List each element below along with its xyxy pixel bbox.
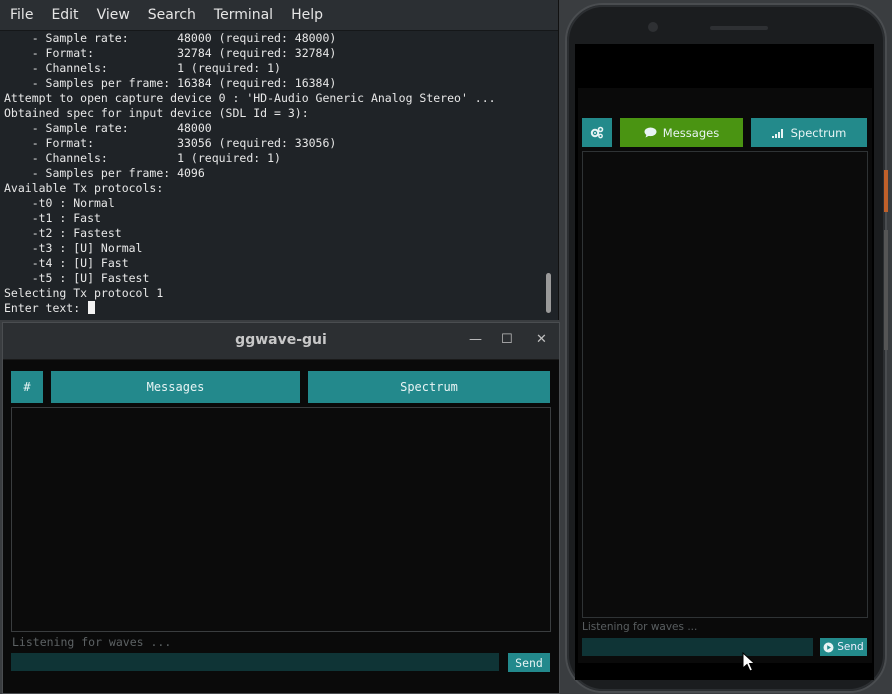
phone-power-button bbox=[884, 170, 888, 212]
messages-panel[interactable] bbox=[11, 407, 551, 632]
terminal-line: - Sample rate: 48000 (required: 48000) bbox=[4, 31, 337, 45]
terminal-line: -t3 : [U] Normal bbox=[4, 241, 143, 255]
terminal-line: -t2 : Fastest bbox=[4, 226, 122, 240]
gears-icon bbox=[590, 126, 604, 139]
terminal-prompt-line[interactable]: Enter text: bbox=[4, 301, 544, 316]
terminal-scrollbar-thumb[interactable] bbox=[546, 273, 551, 313]
terminal-output[interactable]: - Sample rate: 48000 (required: 48000) -… bbox=[4, 31, 544, 319]
terminal-prompt: Enter text: bbox=[4, 301, 88, 315]
phone-spectrum-label: Spectrum bbox=[790, 125, 847, 140]
terminal-line: Selecting Tx protocol 1 bbox=[4, 286, 164, 300]
camera-icon bbox=[648, 22, 658, 32]
play-circle-icon bbox=[823, 642, 834, 652]
message-input[interactable] bbox=[11, 653, 499, 671]
ggwave-gui-window: ggwave-gui — ☐ ✕ # Messages Spectrum Lis… bbox=[2, 322, 560, 694]
listening-status: Listening for waves ... bbox=[12, 635, 172, 649]
speaker-grille bbox=[710, 26, 768, 30]
terminal-line: -t4 : [U] Fast bbox=[4, 256, 129, 270]
comment-icon bbox=[644, 127, 657, 138]
terminal-scrollbar[interactable] bbox=[545, 31, 553, 318]
messages-tab[interactable]: Messages bbox=[51, 371, 300, 403]
phone-message-input[interactable] bbox=[582, 638, 813, 656]
close-icon[interactable]: ✕ bbox=[536, 332, 547, 347]
terminal-line: -t0 : Normal bbox=[4, 196, 115, 210]
phone-messages-label: Messages bbox=[662, 125, 720, 140]
phone-send-button[interactable]: Send bbox=[820, 638, 867, 656]
menu-help[interactable]: Help bbox=[281, 7, 331, 23]
mouse-pointer-icon bbox=[742, 652, 756, 672]
terminal-window: File Edit View Search Terminal Help - Sa… bbox=[0, 0, 559, 320]
phone-listening-status: Listening for waves ... bbox=[582, 621, 698, 633]
terminal-line: - Format: 33056 (required: 33056) bbox=[4, 136, 337, 150]
terminal-line: - Channels: 1 (required: 1) bbox=[4, 151, 281, 165]
phone-volume-button bbox=[884, 230, 888, 350]
menu-view[interactable]: View bbox=[87, 7, 138, 23]
spectrum-tab[interactable]: Spectrum bbox=[308, 371, 550, 403]
send-button[interactable]: Send bbox=[508, 653, 550, 672]
terminal-line: -t1 : Fast bbox=[4, 211, 101, 225]
terminal-line: - Format: 32784 (required: 32784) bbox=[4, 46, 337, 60]
phone-messages-tab[interactable]: Messages bbox=[620, 118, 743, 147]
terminal-line: - Sample rate: 48000 bbox=[4, 121, 212, 135]
terminal-line: Available Tx protocols: bbox=[4, 181, 164, 195]
terminal-line: -t5 : [U] Fastest bbox=[4, 271, 150, 285]
menu-search[interactable]: Search bbox=[138, 7, 204, 23]
terminal-line: - Channels: 1 (required: 1) bbox=[4, 61, 281, 75]
phone-spectrum-tab[interactable]: Spectrum bbox=[751, 118, 867, 147]
terminal-line: - Samples per frame: 16384 (required: 16… bbox=[4, 76, 337, 90]
terminal-line: Obtained spec for input device (SDL Id =… bbox=[4, 106, 309, 120]
terminal-menubar: File Edit View Search Terminal Help bbox=[0, 0, 558, 31]
gui-titlebar[interactable]: ggwave-gui — ☐ ✕ bbox=[3, 323, 559, 360]
menu-edit[interactable]: Edit bbox=[41, 7, 86, 23]
signal-bars-icon bbox=[771, 128, 783, 138]
minimize-icon[interactable]: — bbox=[469, 332, 482, 347]
terminal-line: - Samples per frame: 4096 bbox=[4, 166, 205, 180]
menu-terminal[interactable]: Terminal bbox=[204, 7, 281, 23]
settings-button[interactable]: # bbox=[11, 371, 43, 403]
text-cursor bbox=[88, 301, 96, 314]
maximize-icon[interactable]: ☐ bbox=[501, 332, 513, 347]
phone-send-label: Send bbox=[837, 641, 864, 653]
phone-messages-panel[interactable] bbox=[582, 151, 868, 618]
menu-file[interactable]: File bbox=[0, 7, 41, 23]
phone-settings-button[interactable] bbox=[582, 118, 612, 147]
terminal-line: Attempt to open capture device 0 : 'HD-A… bbox=[4, 91, 496, 105]
